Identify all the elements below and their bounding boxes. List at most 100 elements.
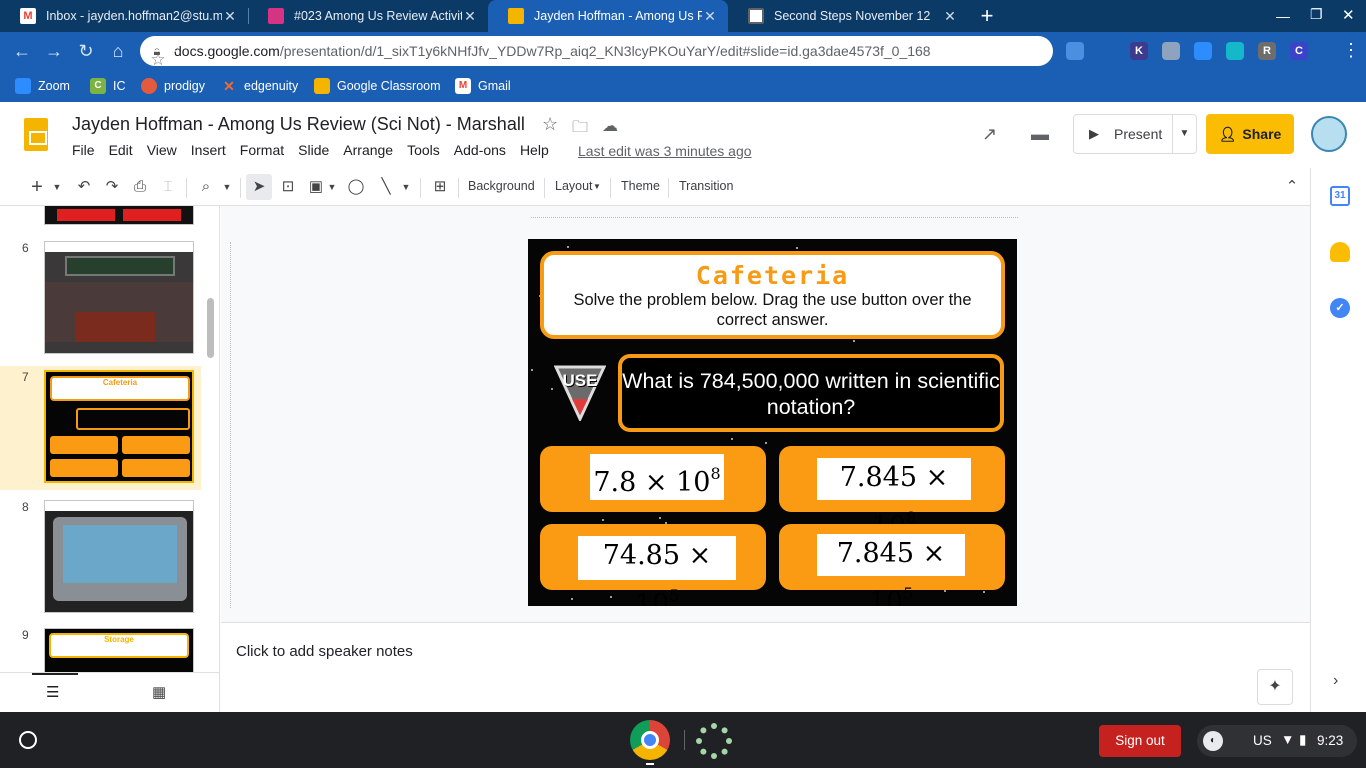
menu-insert[interactable]: Insert: [191, 142, 226, 158]
minimize-button[interactable]: —: [1276, 8, 1290, 24]
tasks-icon[interactable]: ✓: [1330, 298, 1350, 318]
speaker-notes-input[interactable]: Click to add speaker notes: [236, 643, 413, 660]
zoom-ext-icon[interactable]: [1194, 42, 1212, 60]
url-text[interactable]: docs.google.com/presentation/d/1_sixT1y6…: [174, 43, 1053, 59]
bookmark-zoom[interactable]: Zoom: [15, 77, 70, 95]
use-button-image[interactable]: USE: [553, 365, 607, 423]
reload-button[interactable]: ↻: [74, 39, 98, 63]
text-box-icon[interactable]: ⊡: [278, 177, 298, 197]
calendar-icon[interactable]: 31: [1330, 186, 1350, 206]
grid-view-icon[interactable]: ▦: [152, 683, 166, 701]
close-icon[interactable]: ✕: [702, 8, 718, 25]
chevron-down-icon[interactable]: ▼: [400, 177, 412, 197]
home-button[interactable]: ⌂: [106, 39, 130, 63]
transition-button[interactable]: Transition: [679, 179, 733, 193]
forward-button[interactable]: →: [42, 39, 66, 63]
extension-1-icon[interactable]: [1066, 42, 1084, 60]
menu-edit[interactable]: Edit: [109, 142, 133, 158]
slide-thumbnail-6[interactable]: [44, 241, 194, 354]
slide-thumbnail-7[interactable]: Cafeteria: [44, 370, 194, 483]
present-button[interactable]: ▶ Present ▼: [1073, 114, 1197, 154]
edpuzzle-icon[interactable]: [1226, 42, 1244, 60]
chrome-menu-icon[interactable]: ⋮: [1342, 40, 1360, 61]
bookmark-gmail[interactable]: M Gmail: [455, 77, 511, 95]
bookmark-star-icon[interactable]: ☆: [140, 50, 176, 69]
print-icon[interactable]: ⎙: [130, 177, 150, 197]
menu-addons[interactable]: Add-ons: [454, 142, 506, 158]
filmstrip-scrollbar[interactable]: [207, 298, 214, 358]
answer-option-3[interactable]: 74.85 × 105: [540, 524, 766, 606]
c-ext-icon[interactable]: C: [1290, 42, 1308, 60]
bookmark-edgenuity[interactable]: ✕ edgenuity: [221, 77, 298, 95]
menu-slide[interactable]: Slide: [298, 142, 329, 158]
redo-icon[interactable]: ↷: [102, 177, 122, 197]
chrome-app-icon[interactable]: [630, 720, 670, 760]
collapse-toolbar-icon[interactable]: ⌃: [1282, 177, 1302, 197]
address-bar[interactable]: 🔒︎ docs.google.com/presentation/d/1_sixT…: [140, 36, 1053, 69]
add-comment-icon[interactable]: ⊞: [430, 177, 450, 197]
loading-icon[interactable]: [1098, 42, 1116, 60]
r-ext-icon[interactable]: R: [1258, 42, 1276, 60]
move-folder-icon[interactable]: 🗀︎: [572, 116, 588, 143]
menu-tools[interactable]: Tools: [407, 142, 440, 158]
title-box[interactable]: Cafeteria Solve the problem below. Drag …: [540, 251, 1005, 339]
tab-slides-active[interactable]: Jayden Hoffman - Among Us Re ✕: [488, 0, 728, 32]
account-avatar[interactable]: [1311, 116, 1347, 152]
theme-button[interactable]: Theme: [621, 179, 660, 193]
paint-format-icon[interactable]: ⌶: [158, 177, 178, 197]
chevron-down-icon[interactable]: ▼: [326, 177, 338, 197]
menu-help[interactable]: Help: [520, 142, 549, 158]
menu-arrange[interactable]: Arrange: [343, 142, 393, 158]
zoom-icon[interactable]: ⌕: [196, 177, 216, 197]
tab-inbox[interactable]: M Inbox - jayden.hoffman2@stu.m ✕: [0, 0, 248, 32]
chevron-down-icon[interactable]: ▼: [220, 177, 234, 197]
cloud-status-icon[interactable]: ☁︎: [602, 116, 618, 136]
select-cursor-icon[interactable]: ➤: [246, 174, 272, 200]
tab-among-us-activity[interactable]: #023 Among Us Review Activity ✕: [248, 0, 488, 32]
clock[interactable]: 9:23: [1317, 733, 1343, 748]
menu-view[interactable]: View: [147, 142, 177, 158]
slide-thumbnail-5[interactable]: [44, 206, 194, 225]
expand-panel-icon[interactable]: ›: [1333, 672, 1338, 690]
question-box[interactable]: What is 784,500,000 written in scientifi…: [618, 354, 1004, 432]
back-button[interactable]: ←: [10, 39, 34, 63]
new-slide-icon[interactable]: +: [28, 177, 46, 197]
kami-icon[interactable]: K: [1130, 42, 1148, 60]
close-window-button[interactable]: ✕: [1342, 6, 1355, 24]
background-button[interactable]: Background: [468, 179, 535, 193]
system-tray[interactable]: ◐ US ▼ ▮ 9:23: [1197, 725, 1357, 757]
shape-icon[interactable]: ◯: [346, 177, 366, 197]
bookmark-ic[interactable]: C IC: [90, 77, 126, 95]
chevron-down-icon[interactable]: ▼: [50, 177, 64, 197]
document-title[interactable]: Jayden Hoffman - Among Us Review (Sci No…: [72, 114, 525, 135]
answer-option-1[interactable]: 7.8 × 108: [540, 446, 766, 512]
close-icon[interactable]: ✕: [462, 8, 478, 25]
tab-second-steps[interactable]: Second Steps November 12 ✕: [728, 0, 968, 32]
slide-thumbnail-8[interactable]: [44, 500, 194, 613]
new-tab-button[interactable]: +: [976, 4, 998, 28]
layout-button[interactable]: Layout: [555, 179, 593, 193]
chevron-down-icon[interactable]: ▼: [593, 182, 601, 191]
activity-trend-icon[interactable]: ↗: [982, 124, 997, 145]
accessibility-icon[interactable]: ◐: [1203, 731, 1223, 751]
answer-option-2[interactable]: 7.845 × 108: [779, 446, 1005, 542]
screencast-icon[interactable]: [1162, 42, 1180, 60]
present-dropdown-icon[interactable]: ▼: [1172, 115, 1196, 153]
line-icon[interactable]: ╲: [376, 177, 396, 197]
bookmark-prodigy[interactable]: prodigy: [141, 77, 205, 95]
keep-icon[interactable]: [1330, 242, 1350, 262]
input-method[interactable]: US: [1253, 733, 1272, 748]
slides-logo-icon[interactable]: [24, 118, 48, 151]
maximize-button[interactable]: ❐: [1310, 6, 1323, 23]
filmstrip-view-icon[interactable]: ☰: [46, 683, 59, 701]
menu-format[interactable]: Format: [240, 142, 284, 158]
bookmark-classroom[interactable]: Google Classroom: [314, 77, 441, 95]
explore-icon[interactable]: ✦: [1257, 669, 1293, 705]
image-icon[interactable]: ▣: [306, 177, 326, 197]
close-icon[interactable]: ✕: [222, 8, 238, 25]
comments-icon[interactable]: ▬: [1031, 124, 1049, 145]
current-slide[interactable]: Cafeteria Solve the problem below. Drag …: [528, 239, 1017, 606]
sign-out-button[interactable]: Sign out: [1099, 725, 1181, 757]
menu-file[interactable]: File: [72, 142, 95, 158]
star-icon[interactable]: ☆: [542, 114, 558, 135]
